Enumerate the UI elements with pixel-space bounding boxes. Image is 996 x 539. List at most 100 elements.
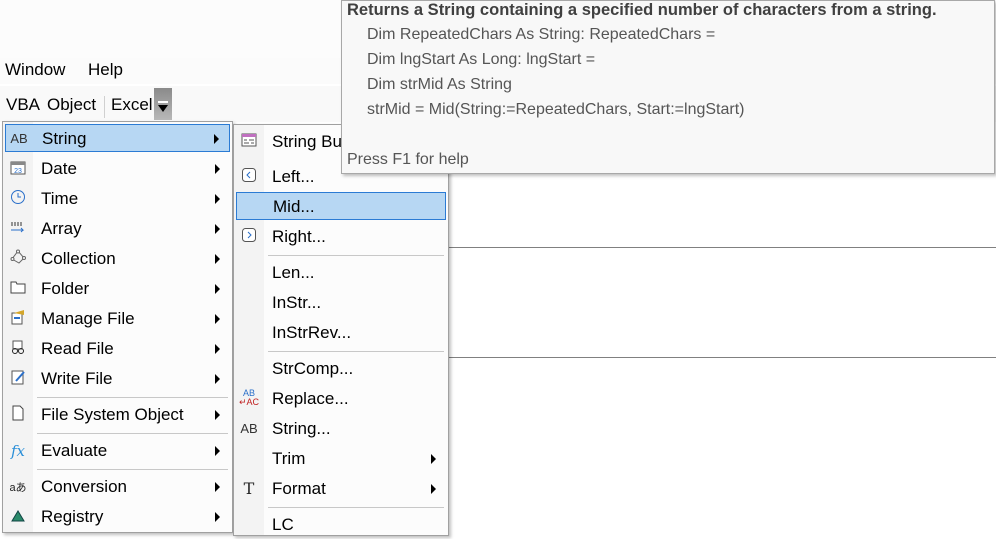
tooltip-code-line: Dim RepeatedChars As String: RepeatedCha…	[367, 26, 716, 43]
string-menu-item[interactable]: T Format	[236, 475, 446, 503]
submenu-arrow-icon	[431, 454, 436, 464]
string-menu-item[interactable]: AB ↵AC Replace...	[236, 385, 446, 413]
main-menu-item[interactable]: Write File	[5, 365, 230, 393]
menu-item-label: Conversion	[41, 477, 127, 496]
main-menu-item[interactable]: File System Object	[5, 401, 230, 429]
menu-item-label: Mid...	[273, 197, 315, 216]
chevron-overflow-icon	[158, 101, 168, 112]
menu-separator	[37, 433, 228, 434]
string-submenu: String Bu Left... Mid... Right... Len... InSt…	[233, 124, 449, 536]
conversion-icon: aあ	[9, 482, 27, 494]
menu-separator	[268, 507, 444, 508]
main-menu-item[interactable]: Folder	[5, 275, 230, 303]
menu-item-label: Manage File	[41, 309, 135, 328]
string-menu-item[interactable]: AB String...	[236, 415, 446, 443]
main-menu-item[interactable]: fx Evaluate	[5, 437, 230, 465]
submenu-arrow-icon	[215, 344, 220, 354]
menu-item-label: Format	[272, 479, 326, 498]
string-menu-item[interactable]: Right...	[236, 223, 446, 251]
ab-text-icon: AB	[240, 421, 258, 436]
collection-icon	[8, 249, 28, 269]
submenu-arrow-icon	[215, 410, 220, 420]
menu-separator	[37, 397, 228, 398]
fx-icon: fx	[10, 442, 25, 460]
editor-divider	[447, 357, 996, 358]
write-file-icon	[8, 369, 28, 389]
chevron-right-icon	[239, 227, 259, 247]
string-menu-item[interactable]: Len...	[236, 259, 446, 287]
menu-item-label: String	[42, 129, 87, 148]
menu-separator	[37, 469, 228, 470]
ab-text-icon: AB	[10, 131, 28, 146]
string-builder-icon	[239, 132, 259, 152]
main-menu-item[interactable]: Time	[5, 185, 230, 213]
menu-item-label: Collection	[41, 249, 116, 268]
toolbar-overflow-button[interactable]	[154, 88, 172, 120]
menu-item-label: Write File	[41, 369, 113, 388]
main-menu-item[interactable]: Collection	[5, 245, 230, 273]
submenu-arrow-icon	[215, 314, 220, 324]
string-menu-item[interactable]: StrComp...	[236, 355, 446, 383]
menu-item-label: Folder	[41, 279, 90, 298]
menu-item-label: Replace...	[272, 389, 349, 408]
string-menu-item[interactable]: Trim	[236, 445, 446, 473]
menu-item-label: Left...	[272, 167, 315, 186]
toolbar-separator	[104, 96, 105, 118]
main-menu-item[interactable]: aあ Conversion	[5, 473, 230, 501]
submenu-arrow-icon	[215, 482, 220, 492]
tooltip-code-line: Dim strMid As String	[367, 76, 512, 93]
toolbar-excel[interactable]: Excel	[111, 95, 153, 115]
main-menu-item[interactable]: Read File	[5, 335, 230, 363]
menu-help[interactable]: Help	[88, 60, 123, 80]
main-menu-item[interactable]: Manage File	[5, 305, 230, 333]
menu-window[interactable]: Window	[5, 60, 65, 80]
menu-item-label: Read File	[41, 339, 114, 358]
submenu-arrow-icon	[215, 254, 220, 264]
menu-item-label: Len...	[272, 263, 315, 282]
menu-item-label: Trim	[272, 449, 306, 468]
main-menu-item[interactable]: 23 Date	[5, 155, 230, 183]
tooltip-title: Returns a String containing a specified …	[347, 1, 937, 19]
folder-icon	[8, 279, 28, 299]
submenu-arrow-icon	[215, 194, 220, 204]
read-file-icon	[8, 339, 28, 359]
menu-item-label: Time	[41, 189, 79, 208]
submenu-arrow-icon	[215, 224, 220, 234]
toolbar-vba[interactable]: VBA	[6, 95, 40, 115]
menu-item-label: String...	[272, 419, 331, 438]
svg-text:23: 23	[14, 168, 22, 175]
main-menu-item[interactable]: AB String	[5, 124, 230, 152]
string-menu-item[interactable]: Mid...	[236, 192, 446, 220]
file-icon	[8, 405, 28, 425]
menu-item-label: Date	[41, 159, 77, 178]
submenu-arrow-icon	[215, 446, 220, 456]
array-icon	[8, 219, 28, 239]
calendar-icon: 23	[8, 159, 28, 179]
replace-icon: AB ↵AC	[239, 388, 260, 407]
menu-item-label: InStr...	[272, 293, 322, 312]
menu-item-label: String Bu	[272, 132, 342, 151]
registry-icon	[8, 507, 28, 527]
menu-item-label: Array	[41, 219, 82, 238]
format-icon: T	[243, 479, 255, 498]
string-menu-item[interactable]: LC	[236, 511, 446, 539]
main-menu-item[interactable]: Registry	[5, 503, 230, 531]
menu-item-label: Registry	[41, 507, 104, 526]
editor-divider	[447, 247, 996, 248]
main-menu-item[interactable]: Array	[5, 215, 230, 243]
menu-item-label: StrComp...	[272, 359, 354, 378]
submenu-arrow-icon	[214, 134, 219, 144]
menu-item-label: Right...	[272, 227, 326, 246]
menu-item-label: LC	[272, 515, 294, 534]
vba-main-menu: AB String 23 Date Time Array Collection Folder M…	[2, 121, 233, 533]
string-menu-item[interactable]: InStr...	[236, 289, 446, 317]
string-menu-item[interactable]: InStrRev...	[236, 319, 446, 347]
chevron-left-icon	[239, 167, 259, 187]
menu-item-label: File System Object	[41, 405, 184, 424]
submenu-arrow-icon	[215, 284, 220, 294]
tooltip-code-line: Dim lngStart As Long: lngStart =	[367, 51, 596, 68]
toolbar-object[interactable]: Object	[47, 95, 96, 115]
menu-separator	[268, 255, 444, 256]
tooltip-code-line: strMid = Mid(String:=RepeatedChars, Star…	[367, 101, 745, 118]
submenu-arrow-icon	[215, 164, 220, 174]
